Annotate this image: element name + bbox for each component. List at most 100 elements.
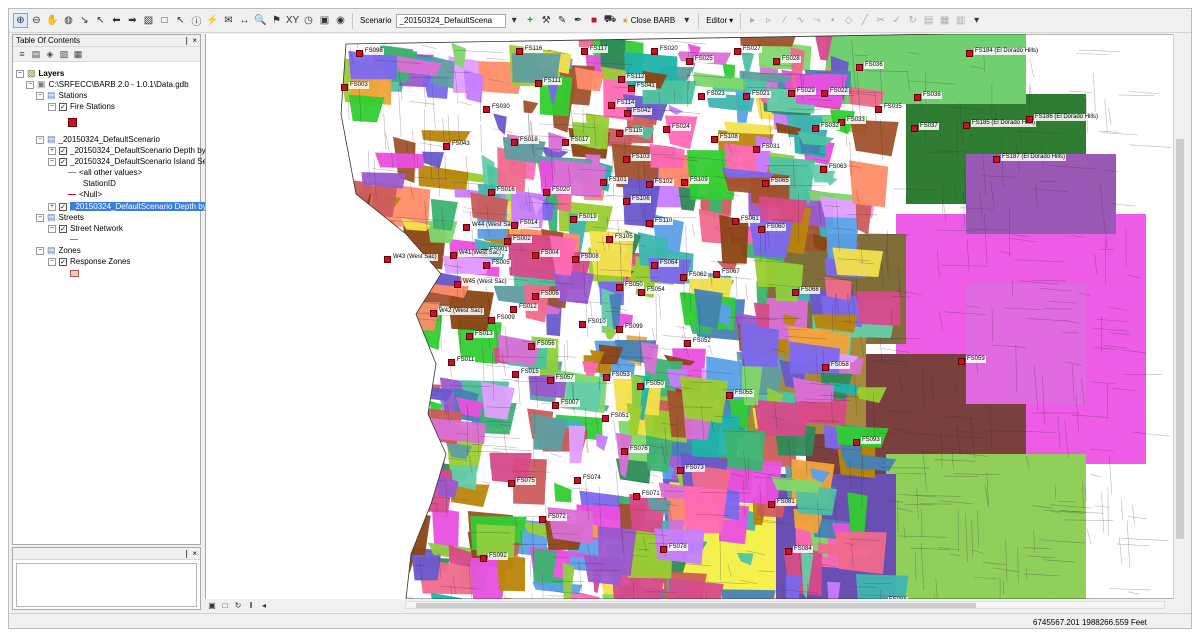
fire-station-marker[interactable] — [713, 271, 720, 278]
scenario-dropdown[interactable]: _20150324_DefaultScena — [395, 13, 506, 28]
toc-row-zones[interactable]: − ▤ Zones — [36, 245, 81, 256]
fire-station-marker[interactable] — [726, 392, 733, 399]
depth-by-r-label[interactable]: _20150324_DefaultScenario Depth by R — [70, 202, 216, 211]
visibility-checkbox[interactable]: ✓ — [59, 202, 67, 211]
go-to-xy-icon[interactable]: XY — [285, 13, 300, 28]
time-slider-icon[interactable]: ◷ — [301, 13, 316, 28]
fire-station-marker[interactable] — [792, 289, 799, 296]
toc-row-scenario[interactable]: − ▤ _20150324_DefaultScenario — [36, 134, 160, 145]
list-by-source-icon[interactable]: ▤ — [30, 48, 42, 60]
fire-station-marker[interactable] — [646, 220, 653, 227]
fire-station-marker[interactable] — [623, 198, 630, 205]
fire-station-marker[interactable] — [504, 238, 511, 245]
fire-station-marker[interactable] — [616, 326, 623, 333]
collapse-icon[interactable]: − — [48, 224, 56, 233]
fire-station-marker[interactable] — [516, 48, 523, 55]
fire-station-marker[interactable] — [698, 93, 705, 100]
fire-station-marker[interactable] — [681, 179, 688, 186]
truck-icon[interactable]: ⛟ — [603, 13, 618, 28]
fire-station-marker[interactable] — [711, 136, 718, 143]
fire-station-marker[interactable] — [663, 126, 670, 133]
fire-station-marker[interactable] — [638, 289, 645, 296]
fire-station-marker[interactable] — [600, 179, 607, 186]
fire-station-marker[interactable] — [528, 343, 535, 350]
split-icon[interactable]: ✓ — [889, 13, 904, 28]
fire-station-icon[interactable]: ■ — [587, 13, 602, 28]
chevron-down-icon[interactable]: ▾ — [679, 13, 694, 28]
trace-icon[interactable]: ⤳ — [809, 13, 824, 28]
fire-station-marker[interactable] — [532, 293, 539, 300]
list-by-visibility-icon[interactable]: ◈ — [44, 48, 56, 60]
toc-row-layers[interactable]: − ▨ Layers — [16, 68, 64, 79]
fire-station-marker[interactable] — [463, 224, 470, 231]
html-popup-icon[interactable]: ✉ — [221, 13, 236, 28]
fire-station-marker[interactable] — [543, 189, 550, 196]
paint-icon[interactable]: ✒ — [571, 13, 586, 28]
list-by-selection-icon[interactable]: ▧ — [58, 48, 70, 60]
visibility-checkbox[interactable]: ✓ — [59, 146, 67, 155]
fire-station-marker[interactable] — [384, 256, 391, 263]
fire-station-marker[interactable] — [510, 306, 517, 313]
fire-station-marker[interactable] — [680, 274, 687, 281]
fire-station-marker[interactable] — [488, 189, 495, 196]
fire-station-marker[interactable] — [822, 364, 829, 371]
cut-polygons-icon[interactable]: ✂ — [873, 13, 888, 28]
fire-station-marker[interactable] — [508, 480, 515, 487]
fire-station-marker[interactable] — [788, 90, 795, 97]
fire-station-marker[interactable] — [572, 256, 579, 263]
zoom-out-icon[interactable]: ⊖ — [29, 13, 44, 28]
fire-station-marker[interactable] — [480, 555, 487, 562]
tools-icon[interactable]: ⚒ — [539, 13, 554, 28]
identify-icon[interactable]: ⓘ — [189, 13, 204, 28]
options-icon[interactable]: ▦ — [72, 48, 84, 60]
fire-station-marker[interactable] — [684, 340, 691, 347]
back-arrow-icon[interactable]: ⬅ — [109, 13, 124, 28]
horizontal-scrollbar[interactable] — [405, 601, 1165, 609]
pan-icon[interactable]: ✋ — [45, 13, 60, 28]
fire-station-marker[interactable] — [511, 222, 518, 229]
scroll-left-icon[interactable]: ◂ — [259, 601, 269, 610]
toc-row-gdb[interactable]: − ▣ C:\SRFECC\BARB 2.0 - 1.0.1\Data.gdb — [26, 79, 189, 90]
fire-station-marker[interactable] — [574, 477, 581, 484]
pause-drawing-icon[interactable]: ‖ — [246, 601, 256, 610]
fire-station-marker[interactable] — [539, 516, 546, 523]
attributes-icon[interactable]: ▤ — [921, 13, 936, 28]
collapse-icon[interactable]: − — [48, 157, 56, 166]
expand-icon[interactable]: + — [48, 202, 56, 211]
scroll-thumb[interactable] — [1176, 139, 1184, 539]
fire-station-marker[interactable] — [483, 106, 490, 113]
toc-row-fire-stations[interactable]: − ✓ Fire Stations — [48, 101, 115, 112]
create-features-icon[interactable]: ▥ — [953, 13, 968, 28]
fire-station-marker[interactable] — [821, 90, 828, 97]
edit-tool-icon[interactable]: ▸ — [745, 13, 760, 28]
fire-station-marker[interactable] — [450, 252, 457, 259]
add-icon[interactable]: + — [523, 13, 538, 28]
fire-station-marker[interactable] — [621, 448, 628, 455]
fire-station-marker[interactable] — [686, 58, 693, 65]
measure-icon[interactable]: ↔ — [237, 13, 252, 28]
pin-close-icon[interactable]: ❘ × — [183, 549, 197, 558]
vertical-scrollbar[interactable] — [1173, 34, 1185, 599]
fixed-zoom-in-icon[interactable]: ↘ — [77, 13, 92, 28]
fire-station-marker[interactable] — [579, 321, 586, 328]
edit-annotation-icon[interactable]: ▹ — [761, 13, 776, 28]
fire-station-marker[interactable] — [637, 383, 644, 390]
fire-station-marker[interactable] — [768, 501, 775, 508]
curve-icon[interactable]: ∿ — [793, 13, 808, 28]
fire-station-marker[interactable] — [341, 84, 348, 91]
fire-station-marker[interactable] — [660, 546, 667, 553]
map-view[interactable]: FS098 FS116 FS117 FS020 FS025 FS027 FS028 FS036… — [205, 34, 1173, 599]
fire-station-marker[interactable] — [608, 102, 615, 109]
close-barb-button[interactable]: ★ Close BARB — [619, 16, 679, 25]
editor-menu[interactable]: Editor ▾ — [703, 16, 736, 25]
fire-station-marker[interactable] — [616, 130, 623, 137]
hyperlink-icon[interactable]: ⚡ — [205, 13, 220, 28]
fire-station-marker[interactable] — [624, 110, 631, 117]
fire-station-marker[interactable] — [773, 58, 780, 65]
fire-station-marker[interactable] — [603, 374, 610, 381]
clear-selection-icon[interactable]: □ — [157, 13, 172, 28]
select-elements-icon[interactable]: ↖ — [173, 13, 188, 28]
reshape-icon[interactable]: ╱ — [857, 13, 872, 28]
rotate-icon[interactable]: ↻ — [905, 13, 920, 28]
select-features-icon[interactable]: ▧ — [141, 13, 156, 28]
